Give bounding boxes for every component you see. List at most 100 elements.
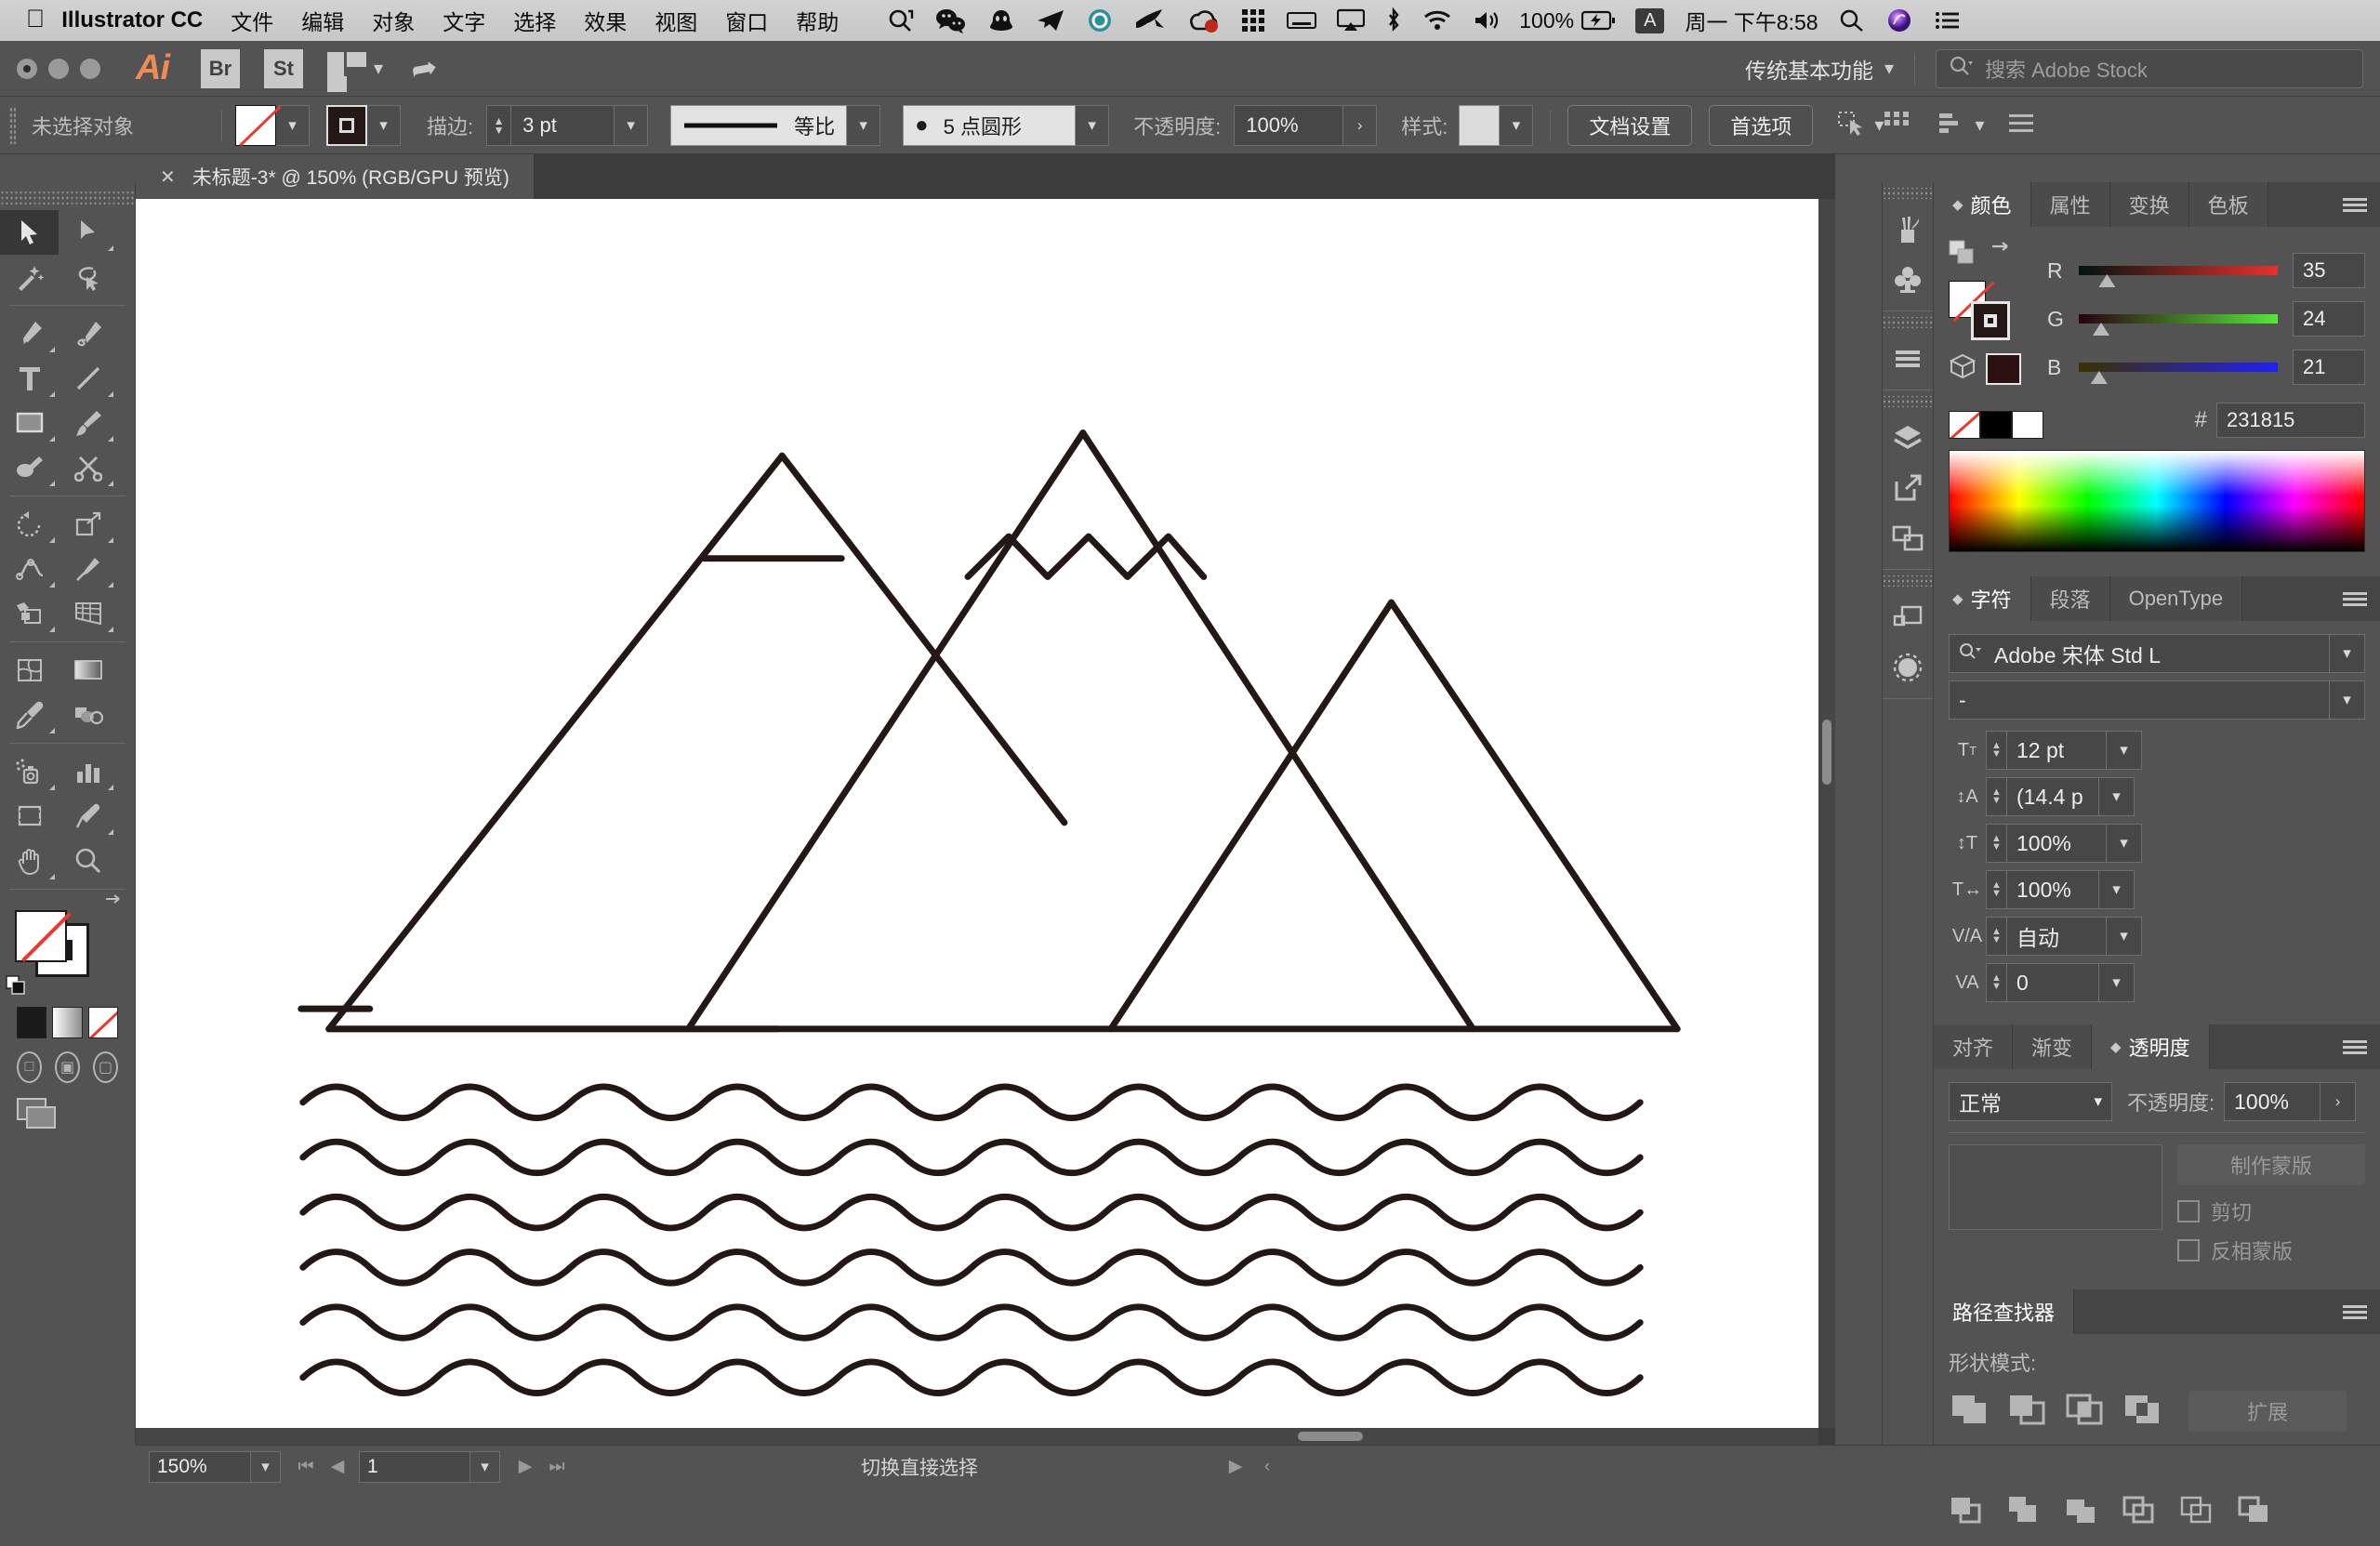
merge-icon[interactable] xyxy=(2064,1494,2101,1533)
character-panel-menu-icon[interactable] xyxy=(2330,576,2380,621)
wifi-icon[interactable] xyxy=(1422,9,1452,32)
font-style-value[interactable]: - xyxy=(1949,681,2330,720)
horizontal-scale-stepper[interactable]: ▲▼ xyxy=(1986,870,2006,909)
bluetooth-icon[interactable] xyxy=(1385,7,1402,33)
column-graph-tool[interactable] xyxy=(59,749,117,794)
tracking-stepper[interactable]: ▲▼ xyxy=(1986,963,2006,1002)
bird-icon[interactable] xyxy=(1134,7,1166,33)
exclude-icon[interactable] xyxy=(2122,1390,2162,1433)
make-mask-button[interactable]: 制作蒙版 xyxy=(2177,1144,2365,1185)
trim-icon[interactable] xyxy=(2006,1494,2043,1533)
panel-stroke-swatch[interactable] xyxy=(1971,301,2010,340)
blend-mode-chevron-down-icon[interactable]: ▾ xyxy=(2094,1092,2102,1111)
opacity-control[interactable]: 100% › xyxy=(1234,105,1377,146)
minus-back-icon[interactable] xyxy=(2237,1494,2274,1533)
stroke-profile-value[interactable]: 等比 xyxy=(670,105,847,146)
vertical-scale-chevron-down-icon[interactable]: ▾ xyxy=(2107,824,2142,863)
stock-button[interactable]: St xyxy=(264,49,303,88)
tracking-value[interactable]: 0 xyxy=(2006,963,2099,1002)
input-method-icon[interactable]: A xyxy=(1635,8,1664,33)
vertical-scale-control[interactable]: ↕T ▲▼ 100% ▾ xyxy=(1949,824,2157,863)
spotlight-icon[interactable] xyxy=(1839,8,1865,33)
transparency-opacity-value[interactable]: 100% xyxy=(2224,1082,2320,1121)
graphic-style-swatch[interactable] xyxy=(1459,105,1500,146)
search-loupe-icon[interactable] xyxy=(887,7,915,33)
grid-icon[interactable] xyxy=(1240,7,1266,33)
horizontal-scale-value[interactable]: 100% xyxy=(2006,870,2099,909)
font-family-field[interactable]: Adobe 宋体 Std L xyxy=(1949,634,2330,673)
expand-button[interactable]: 扩展 xyxy=(2188,1391,2347,1432)
minus-front-icon[interactable] xyxy=(2006,1390,2047,1433)
divide-icon[interactable] xyxy=(1949,1494,1986,1533)
window-minimize-button[interactable] xyxy=(48,59,69,79)
brush-definition-value[interactable]: ● 5 点圆形 xyxy=(903,105,1076,146)
rectangle-tool[interactable] xyxy=(0,401,59,445)
qq-icon[interactable] xyxy=(987,7,1015,33)
leading-stepper[interactable]: ▲▼ xyxy=(1986,777,2006,816)
blue-slider[interactable] xyxy=(2079,363,2278,372)
alfred-icon[interactable] xyxy=(1086,7,1114,33)
green-slider[interactable] xyxy=(2079,314,2278,324)
brush-definition-control[interactable]: ● 5 点圆形 ▾ xyxy=(903,105,1109,146)
zoom-chevron-down-icon[interactable]: ▾ xyxy=(251,1451,281,1483)
rail-grip-4[interactable] xyxy=(1883,575,1933,587)
font-size-control[interactable]: TT ▲▼ 12 pt ▾ xyxy=(1949,731,2157,770)
stroke-profile-control[interactable]: 等比 ▾ xyxy=(670,105,880,146)
fill-chevron-down-icon[interactable]: ▾ xyxy=(276,105,310,146)
transparency-panel-collapse-icon[interactable]: ◆ xyxy=(2110,1038,2122,1055)
draw-normal-icon[interactable]: □ xyxy=(17,1051,42,1083)
window-maximize-button[interactable] xyxy=(80,59,100,79)
color-mode-cube-icon[interactable] xyxy=(1949,353,1977,385)
white-tiny-swatch[interactable] xyxy=(2012,411,2043,439)
none-button[interactable] xyxy=(88,1007,118,1038)
font-family-chevron-down-icon[interactable]: ▾ xyxy=(2330,634,2365,673)
clip-row[interactable]: 剪切 xyxy=(2177,1196,2365,1226)
shape-builder-tool[interactable] xyxy=(0,591,59,636)
scissors-tool[interactable] xyxy=(59,445,117,490)
control-bar-grid-icon[interactable] xyxy=(1884,111,1911,140)
red-value[interactable]: 35 xyxy=(2293,253,2365,288)
previous-artboard-button[interactable]: ◀ xyxy=(322,1451,353,1483)
stroke-weight-chevron-down-icon[interactable]: ▾ xyxy=(615,105,648,146)
artboard[interactable] xyxy=(136,199,1818,1428)
adobe-stock-search-input[interactable]: 搜索 Adobe Stock xyxy=(1936,49,2363,88)
outline-icon[interactable] xyxy=(2179,1494,2216,1533)
tab-character[interactable]: ◆ 字符 xyxy=(1934,576,2031,621)
stroke-weight-stepper[interactable]: ▲▼ xyxy=(486,105,510,146)
perspective-grid-tool[interactable] xyxy=(59,591,117,636)
vertical-scale-stepper[interactable]: ▲▼ xyxy=(1986,824,2006,863)
tab-color[interactable]: ◆ 颜色 xyxy=(1934,182,2031,227)
fill-stroke-stack-icon[interactable] xyxy=(1949,240,1977,271)
stroke-profile-chevron-down-icon[interactable]: ▾ xyxy=(847,105,880,146)
font-size-value[interactable]: 12 pt xyxy=(2006,731,2107,770)
invert-mask-row[interactable]: 反相蒙版 xyxy=(2177,1235,2365,1265)
control-center-icon[interactable] xyxy=(1934,8,1962,33)
stroke-weight-value[interactable]: 3 pt xyxy=(510,105,615,146)
stroke-color-control[interactable]: ▾ xyxy=(326,105,401,146)
font-size-chevron-down-icon[interactable]: ▾ xyxy=(2107,731,2142,770)
font-size-stepper[interactable]: ▲▼ xyxy=(1986,731,2006,770)
eyedropper-tool[interactable] xyxy=(0,693,59,737)
none-tiny-swatch[interactable] xyxy=(1949,411,1980,439)
lasso-tool[interactable] xyxy=(59,255,117,299)
control-bar-menu-icon[interactable] xyxy=(2007,112,2035,139)
pathfinder-panel-menu-icon[interactable] xyxy=(2330,1289,2380,1334)
free-transform-tool[interactable] xyxy=(59,547,117,591)
select-similar-control[interactable]: ▾ xyxy=(1835,109,1884,142)
font-style-chevron-down-icon[interactable]: ▾ xyxy=(2330,681,2365,720)
airplay-icon[interactable] xyxy=(1337,8,1365,33)
close-icon[interactable]: ✕ xyxy=(160,165,176,189)
menu-select[interactable]: 选择 xyxy=(513,5,556,36)
wechat-icon[interactable] xyxy=(935,7,967,33)
menu-object[interactable]: 对象 xyxy=(372,5,415,36)
magic-wand-tool[interactable] xyxy=(0,255,59,299)
color-button[interactable] xyxy=(17,1007,46,1038)
change-screen-mode-button[interactable] xyxy=(0,1098,135,1135)
gradient-button[interactable] xyxy=(52,1007,82,1038)
vertical-scale-value[interactable]: 100% xyxy=(2006,824,2107,863)
mesh-tool[interactable] xyxy=(0,648,59,693)
select-similar-icon[interactable] xyxy=(1835,109,1867,142)
preferences-button[interactable]: 首选项 xyxy=(1709,105,1813,146)
tracking-control[interactable]: VA ▲▼ 0 ▾ xyxy=(1949,963,2157,1002)
canvas-horizontal-scrollbar[interactable] xyxy=(136,1428,1818,1445)
